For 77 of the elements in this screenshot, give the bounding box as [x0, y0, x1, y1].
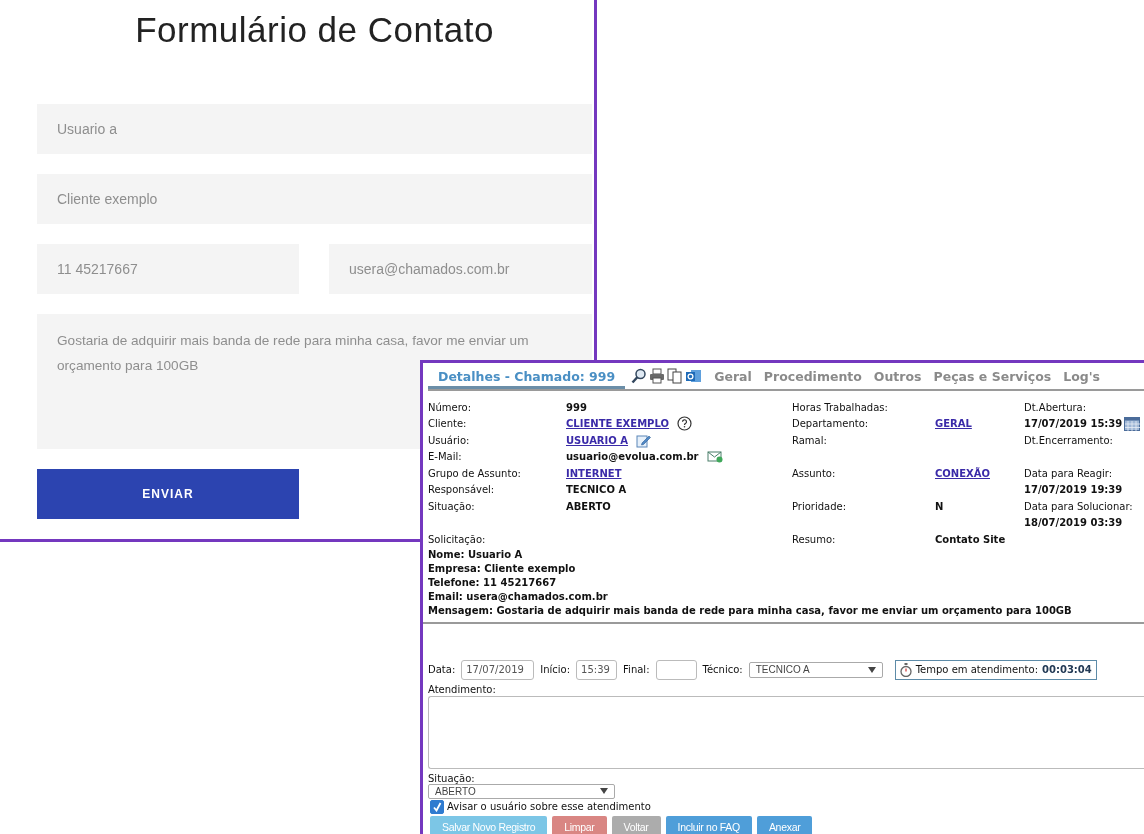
field-label: Data para Reagir: [1024, 467, 1113, 479]
action-button[interactable]: Anexar [756, 815, 813, 834]
request-line: Nome: Usuario A [428, 547, 524, 562]
field-label: Prioridade: [792, 500, 847, 512]
field-label: Data: [428, 664, 456, 675]
field-label: Início: [540, 664, 571, 675]
field-label: Ramal: [792, 434, 827, 446]
field-value: 17/07/2019 19:39 [1024, 484, 1123, 496]
tab[interactable]: Outros [867, 363, 928, 389]
request-line: Email: usera@chamados.com.br [428, 589, 609, 604]
tab[interactable]: Geral [708, 363, 758, 389]
field-value: Contato Site [935, 533, 1006, 545]
status-dropdown[interactable]: ABERTO [428, 783, 615, 799]
end-time-field[interactable] [655, 659, 697, 680]
tab[interactable]: Peças e Serviços [927, 363, 1058, 389]
field-link[interactable]: CONEXÃO [935, 467, 990, 479]
action-button[interactable]: Incluir no FAQ [665, 815, 752, 834]
copy-icon[interactable] [667, 368, 684, 384]
envelope-icon[interactable] [706, 450, 723, 464]
request-line: Empresa: Cliente exemplo [428, 561, 577, 576]
field-value: N [935, 500, 944, 512]
field-value: 999 [566, 401, 587, 413]
field-link[interactable]: GERAL [935, 418, 972, 430]
field-label: E-Mail: [428, 451, 462, 463]
action-button[interactable]: Limpar [552, 815, 607, 834]
timer-value: 00:03:04 [1042, 664, 1092, 675]
caret-icon[interactable] [867, 666, 876, 673]
field-label: Situação: [428, 500, 475, 512]
field-value: ABERTO [566, 500, 611, 512]
request-line: Telefone: 11 45217667 [428, 575, 558, 590]
field-label: Atendimento: [427, 683, 497, 695]
timer-label: Tempo em atendimento: [915, 664, 1038, 675]
field-label: Número: [428, 401, 472, 413]
field-value: TECNICO A [566, 484, 627, 496]
tab[interactable]: Detalhes - Chamado: 999 [428, 363, 626, 389]
form-title: Formulário de Contato [134, 9, 495, 51]
checkbox-label: Avisar o usuário sobre esse atendimento [447, 801, 651, 812]
field-label: Assunto: [792, 467, 836, 479]
field-label: Responsável: [428, 484, 495, 496]
mail-app-icon[interactable] [685, 368, 703, 384]
field-label: Horas Trabalhadas: [792, 401, 888, 413]
tab[interactable]: Procedimento [757, 363, 868, 389]
field-label: Dt.Encerramento: [1024, 434, 1113, 446]
field-label: Situação: [427, 772, 476, 784]
date-field[interactable]: 17/07/2019 [461, 659, 535, 680]
field-label: Usuário: [428, 434, 470, 446]
caret-icon[interactable] [600, 788, 608, 794]
email-field[interactable]: usera@chamados.com.br [329, 244, 592, 294]
submit-button[interactable]: ENVIAR [37, 469, 299, 519]
start-time-field[interactable]: 15:39 [576, 659, 618, 680]
help-icon[interactable] [676, 416, 692, 432]
request-line: Mensagem: Gostaria de adquirir mais banda de rede para minha casa, favor me enviar um orçamento para 100GB [428, 603, 1073, 618]
field-label: Final: [623, 664, 650, 675]
tab[interactable]: Log's [1057, 363, 1106, 389]
name-field[interactable]: Usuario a [37, 104, 592, 154]
action-button[interactable]: Voltar [611, 815, 661, 834]
field-value: 17/07/2019 15:39 [1024, 418, 1123, 430]
field-label: Grupo de Assunto: [428, 467, 521, 479]
field-label: Data para Solucionar: [1024, 500, 1133, 512]
field-link[interactable]: INTERNET [566, 467, 622, 479]
edit-icon[interactable] [636, 432, 652, 448]
field-label: Solicitação: [428, 533, 486, 545]
technician-dropdown[interactable]: TECNICO A [748, 661, 883, 678]
field-label: Dt.Abertura: [1024, 401, 1087, 413]
field-label: Técnico: [702, 664, 743, 675]
company-field[interactable]: Cliente exemplo [37, 174, 592, 224]
field-label: Departamento: [792, 418, 869, 430]
action-button[interactable]: Salvar Novo Registro [430, 815, 548, 834]
field-label: Cliente: [428, 418, 467, 430]
field-value: usuario@evolua.com.br [566, 451, 699, 463]
phone-field[interactable]: 11 45217667 [37, 244, 299, 294]
field-value: 18/07/2019 03:39 [1024, 517, 1123, 529]
stopwatch-icon[interactable] [899, 662, 912, 677]
printer-icon[interactable] [649, 368, 666, 384]
field-label: Resumo: [792, 533, 836, 545]
search-icon[interactable] [631, 368, 648, 384]
calendar-icon[interactable] [1124, 416, 1141, 431]
